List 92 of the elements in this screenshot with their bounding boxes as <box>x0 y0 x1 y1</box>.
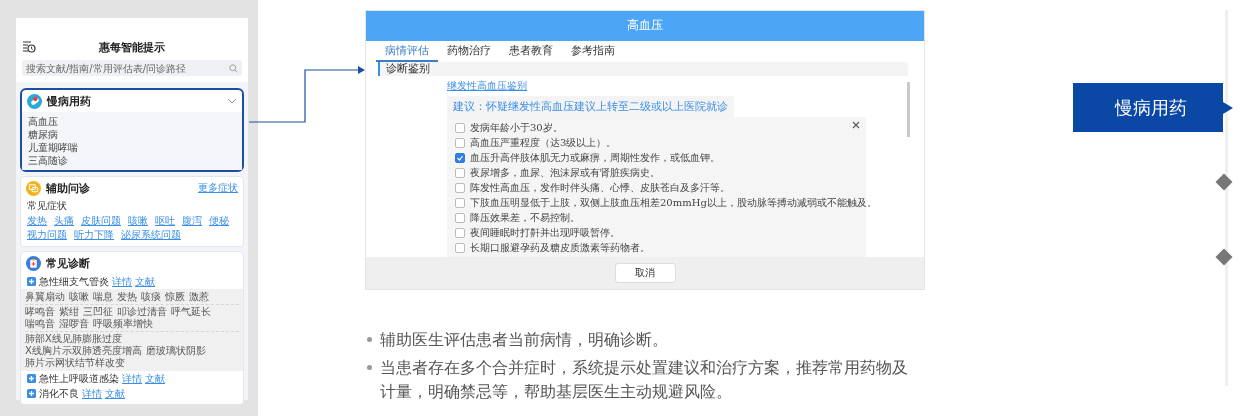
checklist-text: 发病年龄小于30岁。 <box>470 120 563 135</box>
disease-item[interactable]: 三高随诊 <box>28 154 236 167</box>
finding-text: 激惹 <box>189 291 209 303</box>
checkbox[interactable] <box>455 242 465 253</box>
finding-text: 鼻翼扇动 <box>25 291 65 303</box>
finding-text: 紫绀 <box>59 306 79 318</box>
checkbox[interactable] <box>455 197 465 208</box>
symptom-link[interactable]: 便秘 <box>209 214 229 227</box>
checkbox[interactable] <box>455 122 465 133</box>
close-icon[interactable] <box>852 121 860 130</box>
finding-text: 肺部X线见肺膨胀过度 <box>25 333 122 345</box>
plus-square-icon[interactable] <box>27 277 36 286</box>
diagnosis-link[interactable]: 详情 <box>82 387 102 400</box>
bullet-text: 当患者存在多个合并症时，系统提示处置建议和治疗方案，推荐常用药物及计量，明确禁忌等，帮助基层医生主动规避风险。 <box>380 357 909 403</box>
checkbox[interactable] <box>455 137 465 148</box>
diagnosis-link[interactable]: 详情 <box>122 372 142 385</box>
dialog-tab[interactable]: 药物治疗 <box>438 40 500 63</box>
dialog-tab[interactable]: 参考指南 <box>562 40 624 63</box>
section-header: 诊断鉴别 <box>378 62 908 77</box>
clipboard-icon <box>26 255 41 271</box>
pill-icon <box>27 93 42 109</box>
checkbox[interactable] <box>455 182 465 193</box>
bullet-dot <box>367 337 372 342</box>
card-title: 常见诊断 <box>46 255 91 271</box>
checklist-text: 夜尿增多，血尿、泡沫尿或有肾脏疾病史。 <box>470 165 660 180</box>
chronic-medication-card[interactable]: 慢病用药 高血压 糖尿病 儿童期哮喘 三高随诊 <box>20 88 244 172</box>
chat-bubble-icon <box>26 180 41 196</box>
finding-text: 呼气延长 <box>171 306 211 318</box>
disease-item[interactable]: 糖尿病 <box>28 128 236 141</box>
diagnosis-link[interactable]: 文献 <box>135 275 155 288</box>
finding-text: 呼吸频率增快 <box>93 318 153 330</box>
diagnosis-name: 急性上呼吸道感染 <box>39 372 119 385</box>
checklist-text: 长期口服避孕药及糖皮质激素等药物者。 <box>470 240 650 255</box>
chevron-down-icon[interactable] <box>227 98 237 104</box>
dialog-title: 高血压 <box>366 11 924 41</box>
checklist-text: 血压升高伴肢体肌无力或麻痹，周期性发作，或低血钾。 <box>470 150 720 165</box>
diagnosis-link[interactable]: 详情 <box>112 275 132 288</box>
checkbox[interactable] <box>455 227 465 238</box>
diagnosis-name: 急性细支气管炎 <box>39 275 109 288</box>
checkbox[interactable] <box>455 212 465 223</box>
finding-text: 三凹征 <box>83 306 113 318</box>
finding-text: 肺片示网状结节样改变 <box>25 357 125 369</box>
plus-square-icon[interactable] <box>27 374 36 383</box>
card-title: 辅助问诊 <box>46 180 91 196</box>
timeline-tab[interactable]: 慢病用药 <box>1073 83 1233 132</box>
symptom-link[interactable]: 头痛 <box>54 214 74 227</box>
plus-square-icon[interactable] <box>27 389 36 398</box>
checklist-text: 夜间睡眠时打鼾并出现呼吸暂停。 <box>470 225 620 240</box>
checklist-text: 阵发性高血压，发作时伴头痛、心悸、皮肤苍白及多汗等。 <box>470 180 730 195</box>
diagnosis-link[interactable]: 文献 <box>105 387 125 400</box>
finding-text: 喘鸣音 <box>25 318 55 330</box>
search-icon[interactable] <box>229 63 238 73</box>
finding-text: 磨玻璃状阴影 <box>145 345 206 357</box>
suggestion-banner: 建议：怀疑继发性高血压建议上转至二级或以上医院就诊 <box>447 96 734 118</box>
finding-text: 喘息 <box>93 291 113 303</box>
checkbox[interactable] <box>455 167 465 178</box>
checkbox[interactable] <box>455 152 465 163</box>
diagnosis-link[interactable]: 文献 <box>145 372 165 385</box>
diagnosis-name: 消化不良 <box>39 387 79 400</box>
symptom-link[interactable]: 视力问题 <box>27 228 67 241</box>
bullet-dot <box>367 365 372 370</box>
finding-text: 湿啰音 <box>59 318 89 330</box>
history-list-icon[interactable] <box>22 40 36 53</box>
symptom-link[interactable]: 听力下降 <box>74 228 114 241</box>
checklist-text: 下肢血压明显低于上肢，双侧上肢血压相差20mmHg以上，股动脉等搏动减弱或不能触及。 <box>470 195 877 210</box>
app-title: 惠每智能提示 <box>99 39 165 55</box>
symptom-link[interactable]: 呕吐 <box>155 214 175 227</box>
differential-link[interactable]: 继发性高血压鉴别 <box>447 80 527 94</box>
section-label: 常见症状 <box>26 199 68 212</box>
finding-text: 惊厥 <box>165 291 185 303</box>
checklist-text: 高血压严重程度（达3级以上）。 <box>470 135 617 150</box>
symptom-link[interactable]: 皮肤问题 <box>81 214 121 227</box>
search-field[interactable]: 搜索文献/指南/常用评估表/问诊路径 <box>22 60 242 76</box>
symptom-link[interactable]: 发热 <box>27 214 47 227</box>
finding-text: X线胸片示双肺透亮度增高 <box>25 345 142 357</box>
symptom-link[interactable]: 泌尿系统问题 <box>121 228 181 241</box>
finding-text: 叩诊过清音 <box>117 306 167 318</box>
symptom-link[interactable]: 咳嗽 <box>128 214 148 227</box>
symptom-link[interactable]: 腹泻 <box>182 214 202 227</box>
disease-item[interactable]: 儿童期哮喘 <box>28 141 236 154</box>
finding-text: 咳嗽 <box>69 291 89 303</box>
finding-text: 发热 <box>117 291 137 303</box>
more-symptoms-link[interactable]: 更多症状 <box>198 181 238 195</box>
checklist-text: 降压效果差，不易控制。 <box>470 210 580 225</box>
card-title: 慢病用药 <box>47 93 92 109</box>
disease-item[interactable]: 高血压 <box>28 115 236 128</box>
scrollbar[interactable] <box>907 82 910 138</box>
cancel-button[interactable]: 取消 <box>614 263 676 284</box>
finding-text: 咳痰 <box>141 291 161 303</box>
bullet-text: 辅助医生评估患者当前病情，明确诊断。 <box>380 329 669 351</box>
finding-text: 哮鸣音 <box>25 306 55 318</box>
dialog-tab[interactable]: 患者教育 <box>500 40 562 63</box>
